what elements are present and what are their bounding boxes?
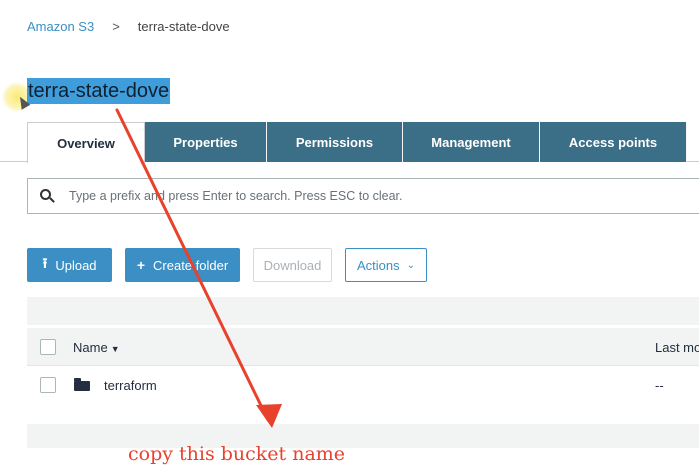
annotation-caption: copy this bucket name [128,443,346,465]
annotation-arrow [115,108,282,428]
